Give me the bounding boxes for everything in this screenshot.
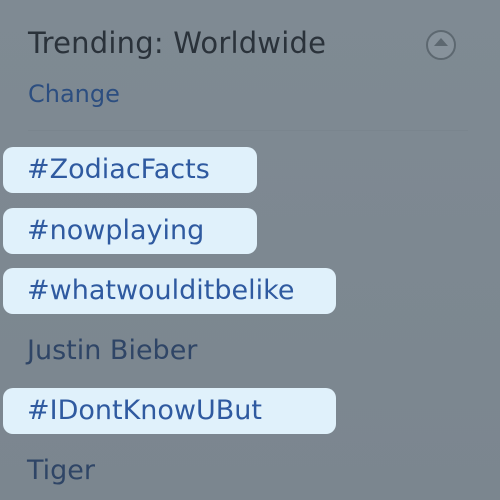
panel-title: Trending: Worldwide (28, 26, 327, 60)
trend-item[interactable]: #ZodiacFacts (3, 147, 257, 193)
triangle-up-icon (434, 38, 448, 46)
collapse-up-icon[interactable] (426, 30, 456, 60)
trending-panel: Trending: Worldwide Change #ZodiacFacts … (0, 0, 500, 500)
trend-item[interactable]: #whatwoulditbelike (3, 268, 336, 314)
trend-item[interactable]: #IDontKnowUBut (3, 388, 336, 434)
trend-item[interactable]: Justin Bieber (3, 328, 197, 374)
trend-item[interactable]: #nowplaying (3, 208, 257, 254)
change-location-link[interactable]: Change (28, 80, 120, 108)
divider (28, 130, 468, 131)
trend-item[interactable]: Tiger (3, 448, 95, 494)
